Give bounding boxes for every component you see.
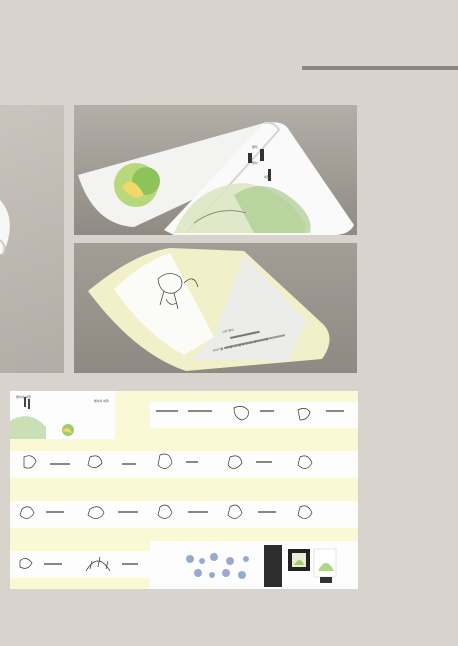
closed-book-illustration bbox=[0, 200, 10, 256]
sheet-title: 별이의 여행 bbox=[16, 395, 31, 399]
process-panel bbox=[150, 541, 358, 589]
cover-subtitle: 여행 bbox=[264, 175, 270, 179]
closed-book-mockup bbox=[0, 105, 64, 373]
spread-row-3 bbox=[10, 501, 358, 528]
spread-row-2 bbox=[10, 451, 358, 478]
open-book-illustration bbox=[88, 248, 330, 371]
book-cover-illustration bbox=[74, 105, 357, 235]
book-cover-mockup: 별이 별이 여행 bbox=[74, 105, 357, 235]
decorative-rule bbox=[302, 66, 458, 70]
spread-row-1 bbox=[150, 402, 358, 428]
open-book-mockup: 나의 별이 이야기를 시작합니다 함께 떠나는 별이의 여행 bbox=[74, 243, 357, 373]
cover-title: 별이 bbox=[252, 145, 258, 149]
cover-thumbnail: 별이의 여행 별이의 여행 bbox=[10, 391, 115, 439]
spread-row-4 bbox=[10, 551, 150, 578]
page-spread-overview: 별이의 여행 별이의 여행 bbox=[10, 391, 358, 589]
cover-title-2: 별이 bbox=[252, 161, 258, 165]
sheet-label: 별이의 여행 bbox=[94, 399, 109, 403]
